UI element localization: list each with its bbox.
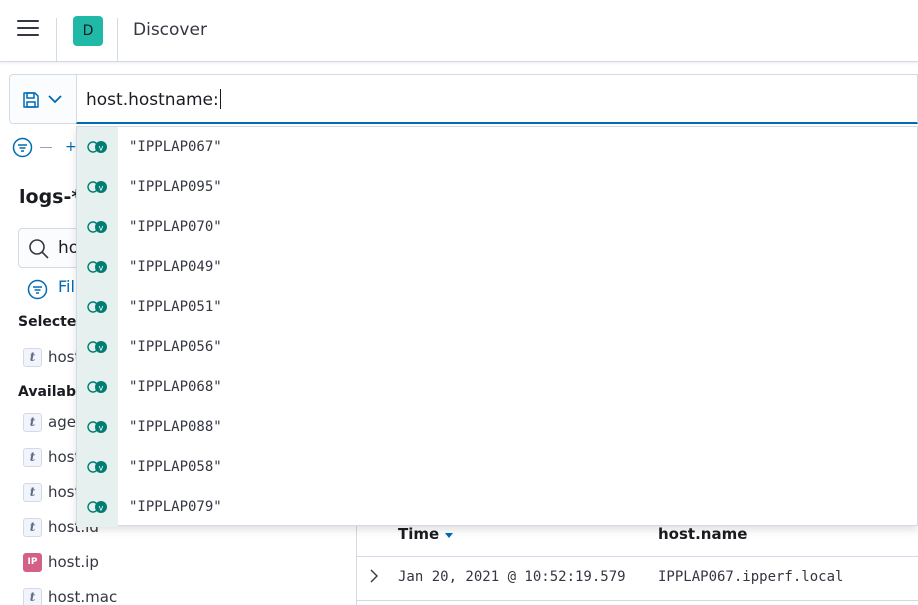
suggestion-value: "IPPLAP095" [129, 179, 222, 195]
suggestion-value: "IPPLAP079" [129, 499, 222, 515]
svg-text:v: v [99, 384, 104, 393]
svg-text:v: v [99, 504, 104, 513]
value-suggestion-icon: v [87, 501, 107, 513]
svg-text:v: v [99, 264, 104, 273]
header-divider [117, 18, 118, 62]
header-divider [357, 556, 918, 557]
header-divider [56, 18, 57, 62]
suggestion-item[interactable]: v "IPPLAP051" [77, 287, 917, 327]
string-type-icon: t [23, 483, 42, 502]
query-suggestions-list: v "IPPLAP067" v "IPPLAP095" v "IPPLAP070" v "IP… [76, 126, 918, 527]
chevron-down-icon [48, 95, 62, 104]
column-header-time[interactable]: Time [398, 525, 454, 543]
svg-text:v: v [99, 464, 104, 473]
value-suggestion-icon: v [87, 221, 107, 233]
filter-by-type-label: Fil [58, 277, 75, 296]
field-name: host.mac [48, 588, 118, 605]
value-suggestion-icon: v [87, 341, 107, 353]
save-icon [23, 92, 39, 108]
documents-table: Time host.name Jan 20, 2021 @ 10:52:19.5… [356, 516, 918, 605]
value-suggestion-icon: v [87, 301, 107, 313]
filter-divider [40, 147, 52, 148]
menu-icon[interactable] [17, 20, 39, 38]
search-icon [29, 239, 49, 259]
string-type-icon: t [23, 348, 42, 367]
available-fields-heading: Availabl [18, 384, 81, 400]
suggestion-value: "IPPLAP068" [129, 379, 222, 395]
selected-fields-heading: Selecte [18, 314, 77, 330]
value-suggestion-icon: v [87, 421, 107, 433]
suggestion-value: "IPPLAP067" [129, 139, 222, 155]
space-avatar[interactable]: D [73, 16, 103, 46]
string-type-icon: t [23, 413, 42, 432]
suggestion-value: "IPPLAP058" [129, 459, 222, 475]
svg-text:v: v [99, 144, 104, 153]
row-divider [357, 600, 918, 601]
value-suggestion-icon: v [87, 261, 107, 273]
suggestion-value: "IPPLAP056" [129, 339, 222, 355]
suggestion-item[interactable]: v "IPPLAP088" [77, 407, 917, 447]
column-header-host-name[interactable]: host.name [658, 525, 747, 543]
suggestion-value: "IPPLAP049" [129, 259, 222, 275]
text-caret [219, 89, 221, 109]
field-name: host.ip [48, 553, 99, 571]
app-header: D Discover [0, 0, 918, 62]
value-suggestion-icon: v [87, 381, 107, 393]
query-text: host.hostname: [86, 90, 219, 110]
suggestion-value: "IPPLAP088" [129, 419, 222, 435]
table-cell-time: Jan 20, 2021 @ 10:52:19.579 [398, 569, 626, 585]
svg-text:v: v [99, 304, 104, 313]
svg-text:v: v [99, 344, 104, 353]
add-filter-button[interactable]: + [65, 139, 77, 155]
value-suggestion-icon: v [87, 181, 107, 193]
page-title: Discover [133, 20, 207, 40]
svg-text:v: v [99, 424, 104, 433]
suggestion-item[interactable]: v "IPPLAP058" [77, 447, 917, 487]
suggestion-value: "IPPLAP070" [129, 219, 222, 235]
string-type-icon: t [23, 588, 42, 605]
index-pattern-title[interactable]: logs-* [19, 186, 81, 208]
sort-descending-icon[interactable] [445, 533, 454, 538]
suggestion-item[interactable]: v "IPPLAP056" [77, 327, 917, 367]
value-suggestion-icon: v [87, 141, 107, 153]
string-type-icon: t [23, 448, 42, 467]
suggestion-item[interactable]: v "IPPLAP079" [77, 487, 917, 527]
svg-text:v: v [99, 224, 104, 233]
query-input[interactable]: host.hostname: [76, 74, 918, 124]
column-header-label: Time [398, 525, 440, 543]
svg-text:v: v [99, 184, 104, 193]
suggestion-item[interactable]: v "IPPLAP068" [77, 367, 917, 407]
filter-icon[interactable] [12, 137, 33, 158]
filter-icon [27, 279, 48, 300]
suggestion-item[interactable]: v "IPPLAP049" [77, 247, 917, 287]
suggestion-item[interactable]: v "IPPLAP067" [77, 127, 917, 167]
value-suggestion-icon: v [87, 461, 107, 473]
ip-type-icon: IP [23, 553, 42, 572]
table-cell-host-name: IPPLAP067.ipperf.local [658, 569, 844, 585]
string-type-icon: t [23, 518, 42, 537]
suggestion-item[interactable]: v "IPPLAP070" [77, 207, 917, 247]
chevron-right-icon[interactable] [369, 569, 379, 583]
suggestion-value: "IPPLAP051" [129, 299, 222, 315]
saved-query-button[interactable] [9, 74, 76, 124]
suggestion-item[interactable]: v "IPPLAP095" [77, 167, 917, 207]
